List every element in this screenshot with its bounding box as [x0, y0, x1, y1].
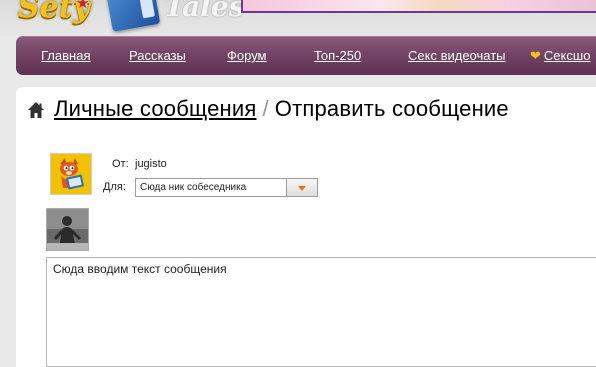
- recipient-dropdown-button[interactable]: [287, 178, 318, 197]
- nav-item-stories[interactable]: Рассказы: [129, 48, 186, 63]
- chevron-down-icon: [298, 186, 306, 191]
- main-nav: Главная Рассказы Форум Топ-250 Секс виде…: [16, 36, 596, 75]
- book-icon: [105, 0, 161, 32]
- message-textarea[interactable]: Сюда вводим текст сообщения: [46, 257, 596, 367]
- breadcrumb-separator: /: [262, 96, 269, 121]
- header: Sety ★ Tales: [0, 0, 596, 36]
- page-title: Отправить сообщение: [274, 96, 509, 121]
- recipient-input[interactable]: [135, 178, 287, 197]
- nav-item-home[interactable]: Главная: [41, 48, 90, 63]
- from-label: От:: [112, 158, 129, 170]
- main-content: Личные сообщения / Отправить сообщение От:…: [16, 87, 596, 367]
- nav-item-forum[interactable]: Форум: [227, 48, 267, 63]
- breadcrumb: Личные сообщения / Отправить сообщение: [54, 96, 509, 122]
- nav-item-top250[interactable]: Топ-250: [314, 48, 361, 63]
- sender-avatar[interactable]: [50, 153, 92, 195]
- home-icon[interactable]: [27, 101, 45, 119]
- fox-avatar-icon: [51, 154, 91, 194]
- heart-icon: ❤: [530, 48, 541, 63]
- person-avatar-icon: [47, 209, 88, 250]
- site-logo[interactable]: Sety ★ Tales: [14, 0, 245, 36]
- star-icon: ★: [76, 0, 90, 12]
- top-banner[interactable]: [241, 0, 596, 13]
- nav-item-sexshop-label: Сексшо: [543, 48, 591, 63]
- sender-username: jugisto: [135, 158, 167, 170]
- to-label: Для:: [103, 181, 126, 193]
- nav-item-videochats[interactable]: Секс видеочаты: [408, 48, 506, 63]
- nav-item-sexshop[interactable]: ❤ Сексшо: [530, 48, 591, 64]
- breadcrumb-link-messages[interactable]: Личные сообщения: [54, 96, 256, 121]
- recipient-avatar[interactable]: [46, 208, 89, 251]
- logo-text-right: Tales: [164, 0, 245, 23]
